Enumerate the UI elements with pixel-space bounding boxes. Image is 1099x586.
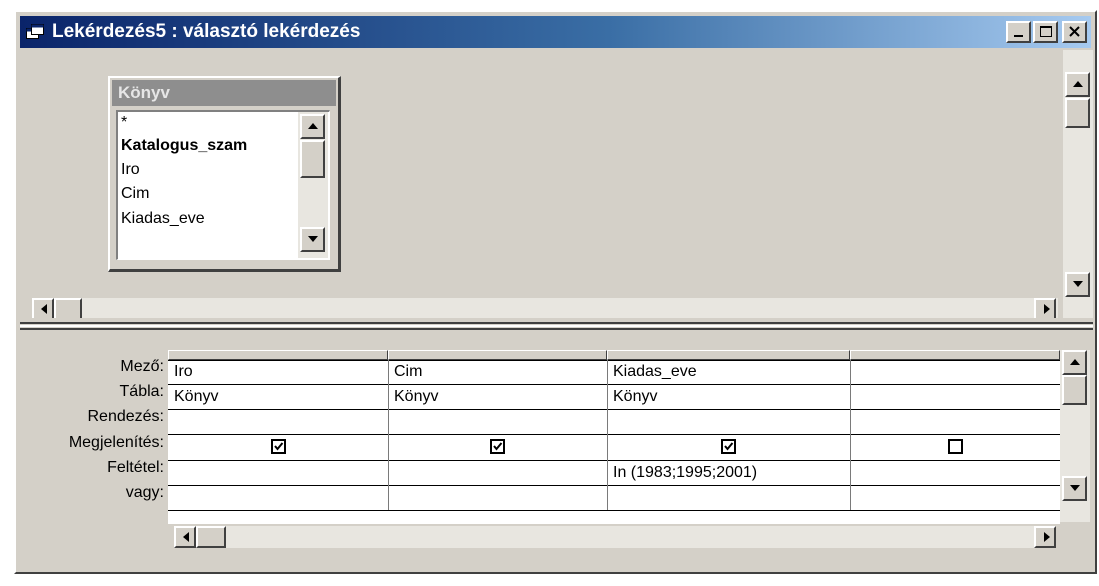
- query-design-window: Lekérdezés5 : választó lekérdezés Könyv …: [14, 10, 1097, 574]
- field-cell[interactable]: Iro: [174, 363, 193, 381]
- scroll-thumb[interactable]: [1065, 98, 1090, 128]
- arrow-down-icon: [308, 236, 318, 242]
- grid-line: [168, 460, 1060, 461]
- row-label-field: Mező:: [120, 358, 164, 375]
- grid-line: [607, 360, 608, 510]
- grid-line: [168, 434, 1060, 435]
- scroll-right-button[interactable]: [1034, 526, 1056, 548]
- field-item[interactable]: Iro: [121, 161, 140, 179]
- arrow-up-icon: [308, 123, 318, 129]
- table-cell[interactable]: Könyv: [394, 388, 438, 406]
- checkmark-icon: [724, 442, 734, 451]
- show-checkbox[interactable]: [490, 439, 505, 454]
- scroll-down-button[interactable]: [300, 227, 325, 252]
- scroll-down-button[interactable]: [1062, 476, 1087, 501]
- table-cell[interactable]: Könyv: [613, 388, 657, 406]
- grid-line: [168, 409, 1060, 410]
- checkmark-icon: [493, 442, 503, 451]
- arrow-down-icon: [1070, 485, 1080, 491]
- query-icon: [26, 24, 44, 40]
- design-grid[interactable]: Iro Könyv Cim Könyv Kiadas_eve Könyv In …: [168, 350, 1060, 524]
- arrow-right-icon: [1044, 304, 1050, 314]
- show-checkbox[interactable]: [721, 439, 736, 454]
- column-selector[interactable]: [850, 350, 1060, 360]
- design-grid-pane: Mező: Tábla: Rendezés: Megjelenítés: Fel…: [20, 334, 1093, 566]
- row-label-show: Megjelenítés:: [68, 434, 164, 451]
- table-box-konyv[interactable]: Könyv * Katalogus_szam Iro Cim Kiadas_ev…: [108, 76, 341, 272]
- field-item[interactable]: Kiadas_eve: [121, 210, 205, 228]
- window-title: Lekérdezés5 : választó lekérdezés: [52, 21, 361, 42]
- scroll-left-button[interactable]: [174, 526, 196, 548]
- field-list-scrollbar[interactable]: [298, 112, 328, 258]
- grid-horizontal-scrollbar[interactable]: [174, 526, 1056, 548]
- minimize-button[interactable]: [1006, 21, 1031, 43]
- scroll-up-button[interactable]: [1062, 350, 1087, 375]
- arrow-up-icon: [1070, 359, 1080, 365]
- row-label-sort: Rendezés:: [87, 408, 165, 425]
- grid-vertical-scrollbar[interactable]: [1060, 350, 1090, 522]
- arrow-left-icon: [41, 304, 47, 314]
- column-selector[interactable]: [168, 350, 388, 360]
- field-cell[interactable]: Kiadas_eve: [613, 363, 697, 381]
- column-selector[interactable]: [607, 350, 850, 360]
- grid-line: [168, 510, 1060, 511]
- scroll-up-button[interactable]: [300, 114, 325, 139]
- scroll-thumb[interactable]: [1062, 375, 1087, 405]
- field-cell[interactable]: Cim: [394, 363, 422, 381]
- scroll-up-button[interactable]: [1065, 72, 1090, 97]
- close-icon: [1069, 26, 1080, 37]
- scroll-down-button[interactable]: [1065, 272, 1090, 297]
- table-box-title: Könyv: [118, 83, 170, 102]
- row-label-or: vagy:: [125, 484, 164, 501]
- arrow-right-icon: [1044, 532, 1050, 542]
- scroll-right-button[interactable]: [1034, 298, 1056, 318]
- row-label-table: Tábla:: [119, 383, 164, 400]
- close-button[interactable]: [1062, 21, 1087, 43]
- arrow-up-icon: [1073, 81, 1083, 87]
- scroll-thumb[interactable]: [196, 526, 226, 548]
- grid-line: [168, 485, 1060, 486]
- arrow-left-icon: [183, 532, 189, 542]
- table-pane[interactable]: Könyv * Katalogus_szam Iro Cim Kiadas_ev…: [20, 50, 1093, 318]
- scroll-thumb[interactable]: [300, 140, 325, 178]
- upper-vertical-scrollbar[interactable]: [1063, 50, 1093, 318]
- title-bar[interactable]: Lekérdezés5 : választó lekérdezés: [20, 16, 1091, 48]
- row-labels: Mező: Tábla: Rendezés: Megjelenítés: Fel…: [20, 334, 164, 524]
- grid-line: [168, 384, 1060, 385]
- maximize-button[interactable]: [1033, 21, 1058, 43]
- table-box-title-bar[interactable]: Könyv: [112, 80, 336, 106]
- column-selector[interactable]: [388, 350, 607, 360]
- minimize-icon: [1014, 35, 1023, 37]
- grid-line: [168, 360, 1060, 361]
- grid-line: [388, 360, 389, 510]
- arrow-down-icon: [1073, 281, 1083, 287]
- field-primary-key[interactable]: Katalogus_szam: [121, 137, 247, 155]
- row-label-criteria: Feltétel:: [107, 459, 164, 476]
- field-item[interactable]: Cim: [121, 185, 149, 203]
- upper-horizontal-scrollbar[interactable]: [32, 298, 1058, 318]
- maximize-icon: [1040, 26, 1052, 37]
- criteria-cell[interactable]: In (1983;1995;2001): [613, 464, 757, 482]
- pane-splitter[interactable]: [20, 322, 1093, 330]
- table-cell[interactable]: Könyv: [174, 388, 218, 406]
- checkmark-icon: [274, 442, 284, 451]
- show-checkbox[interactable]: [271, 439, 286, 454]
- field-all[interactable]: *: [121, 114, 127, 132]
- scroll-thumb[interactable]: [54, 298, 82, 318]
- grid-line: [850, 360, 851, 510]
- show-checkbox[interactable]: [948, 439, 963, 454]
- scroll-left-button[interactable]: [32, 298, 54, 318]
- field-list[interactable]: * Katalogus_szam Iro Cim Kiadas_eve: [116, 110, 330, 260]
